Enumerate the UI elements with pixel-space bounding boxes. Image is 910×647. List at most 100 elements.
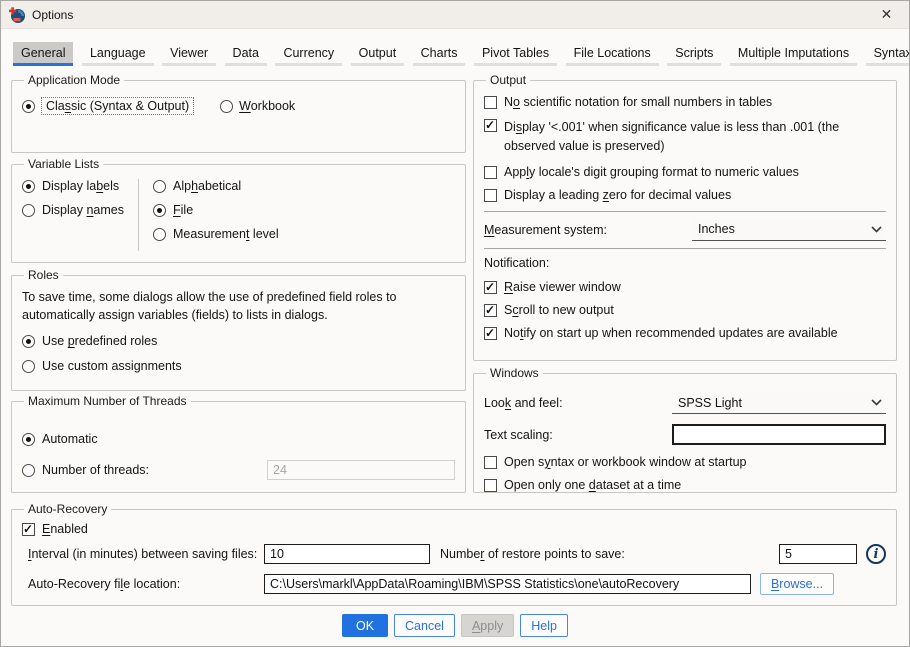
radio-use-predefined-roles[interactable]: Use predefined roles xyxy=(22,334,455,348)
radio-classic-label: Classic (Syntax & Output) xyxy=(41,97,194,115)
tab-general[interactable]: General xyxy=(13,42,73,66)
notify-updates-label: Notify on start up when recommended upda… xyxy=(504,326,838,340)
radio-alphabetical[interactable]: Alphabetical xyxy=(153,179,455,193)
roles-description: To save time, some dialogs allow the use… xyxy=(22,288,455,324)
radio-icon[interactable] xyxy=(22,180,35,193)
checkbox-icon[interactable] xyxy=(484,304,497,317)
radio-icon[interactable] xyxy=(22,335,35,348)
separator xyxy=(484,248,886,249)
checkbox-icon[interactable] xyxy=(484,96,497,109)
measurement-system-value: Inches xyxy=(698,222,735,236)
title-bar: Options ✕ xyxy=(1,1,909,29)
checkbox-icon[interactable] xyxy=(484,327,497,340)
cancel-button[interactable]: Cancel xyxy=(394,614,455,637)
checkbox-open-syntax-window[interactable]: Open syntax or workbook window at startu… xyxy=(484,455,886,469)
tab-viewer[interactable]: Viewer xyxy=(162,42,216,66)
checkbox-raise-viewer-window[interactable]: Raise viewer window xyxy=(484,280,886,294)
checkbox-icon[interactable] xyxy=(484,189,497,202)
radio-display-labels[interactable]: Display labels xyxy=(22,179,138,193)
close-icon[interactable]: ✕ xyxy=(864,1,909,29)
radio-file[interactable]: File xyxy=(153,203,455,217)
apply-button[interactable]: Apply xyxy=(461,614,514,637)
checkbox-open-one-dataset[interactable]: Open only one dataset at a time xyxy=(484,478,886,492)
tab-charts[interactable]: Charts xyxy=(413,42,466,66)
alphabetical-label: Alphabetical xyxy=(173,179,241,193)
radio-automatic[interactable]: Automatic xyxy=(22,432,455,446)
help-button[interactable]: Help xyxy=(520,614,568,637)
number-of-threads-label: Number of threads: xyxy=(42,463,149,477)
info-icon[interactable]: i xyxy=(866,544,886,564)
measurement-system-dropdown[interactable]: Inches xyxy=(692,219,886,241)
tab-language[interactable]: Language xyxy=(82,42,154,66)
tab-multiple-imputations[interactable]: Multiple Imputations xyxy=(730,42,857,66)
radio-use-custom-assignments[interactable]: Use custom assignments xyxy=(22,359,455,373)
scroll-to-new-output-label: Scroll to new output xyxy=(504,303,614,317)
open-syntax-window-label: Open syntax or workbook window at startu… xyxy=(504,455,747,469)
digit-grouping-label: Apply locale's digit grouping format to … xyxy=(504,165,799,179)
file-location-input[interactable] xyxy=(264,574,751,594)
tab-pivot-tables[interactable]: Pivot Tables xyxy=(474,42,557,66)
tab-output[interactable]: Output xyxy=(351,42,405,66)
tab-strip: General Language Viewer Data Currency Ou… xyxy=(1,42,909,66)
radio-display-names[interactable]: Display names xyxy=(22,203,138,217)
checkbox-icon[interactable] xyxy=(484,479,497,492)
ok-button[interactable]: OK xyxy=(342,614,388,637)
windows-legend: Windows xyxy=(486,366,543,380)
checkbox-digit-grouping[interactable]: Apply locale's digit grouping format to … xyxy=(484,165,886,179)
radio-measurement-level[interactable]: Measurement level xyxy=(153,227,455,241)
radio-icon[interactable] xyxy=(22,100,35,113)
radio-number-of-threads[interactable]: Number of threads: xyxy=(22,463,149,477)
display-labels-label: Display labels xyxy=(42,179,119,193)
checkbox-icon[interactable] xyxy=(484,456,497,469)
tab-file-locations[interactable]: File Locations xyxy=(566,42,659,66)
measurement-system-label: Measurement system: xyxy=(484,223,692,237)
variable-lists-left-column: Display labels Display names xyxy=(22,179,138,251)
raise-viewer-window-label: Raise viewer window xyxy=(504,280,621,294)
tab-scripts[interactable]: Scripts xyxy=(667,42,721,66)
checkbox-icon[interactable] xyxy=(22,523,35,536)
separator xyxy=(484,211,886,212)
radio-icon[interactable] xyxy=(22,464,35,477)
checkbox-icon[interactable] xyxy=(484,281,497,294)
leading-zero-label: Display a leading zero for decimal value… xyxy=(504,188,731,202)
checkbox-enabled[interactable]: Enabled xyxy=(22,522,886,536)
application-mode-group: Application Mode Classic (Syntax & Outpu… xyxy=(11,73,466,153)
max-threads-group: Maximum Number of Threads Automatic Numb… xyxy=(11,394,466,493)
radio-icon[interactable] xyxy=(153,204,166,217)
look-and-feel-dropdown[interactable]: SPSS Light xyxy=(672,392,886,414)
radio-classic-syntax-output[interactable]: Classic (Syntax & Output) xyxy=(22,97,194,115)
tab-currency[interactable]: Currency xyxy=(275,42,342,66)
radio-icon[interactable] xyxy=(22,360,35,373)
checkbox-notify-updates[interactable]: Notify on start up when recommended upda… xyxy=(484,326,886,340)
windows-group: Windows Look and feel: SPSS Light Text s… xyxy=(473,366,897,493)
auto-recovery-group: Auto-Recovery Enabled Interval (in minut… xyxy=(11,502,897,606)
browse-button[interactable]: Browse... xyxy=(760,573,834,595)
radio-icon[interactable] xyxy=(22,204,35,217)
checkbox-display-001[interactable]: Display '<.001' when significance value … xyxy=(484,118,886,156)
checkbox-no-scientific-notation[interactable]: No scientific notation for small numbers… xyxy=(484,95,886,109)
checkbox-icon[interactable] xyxy=(484,119,497,132)
radio-icon[interactable] xyxy=(153,180,166,193)
checkbox-leading-zero[interactable]: Display a leading zero for decimal value… xyxy=(484,188,886,202)
radio-icon[interactable] xyxy=(220,100,233,113)
look-and-feel-value: SPSS Light xyxy=(678,396,742,410)
text-scaling-input[interactable] xyxy=(672,424,886,445)
interval-input[interactable] xyxy=(264,544,430,564)
display-names-label: Display names xyxy=(42,203,124,217)
application-mode-legend: Application Mode xyxy=(24,73,124,87)
tab-syntax-editor[interactable]: Syntax Editor xyxy=(866,42,910,66)
radio-icon[interactable] xyxy=(153,228,166,241)
notification-label: Notification: xyxy=(484,256,886,270)
radio-workbook[interactable]: Workbook xyxy=(220,99,295,113)
checkbox-scroll-to-new-output[interactable]: Scroll to new output xyxy=(484,303,886,317)
roles-legend: Roles xyxy=(24,268,63,282)
variable-lists-group: Variable Lists Display labels Display na… xyxy=(11,157,466,263)
tab-data[interactable]: Data xyxy=(225,42,267,66)
number-of-threads-input[interactable] xyxy=(267,460,455,480)
auto-recovery-legend: Auto-Recovery xyxy=(24,502,111,516)
radio-icon[interactable] xyxy=(22,433,35,446)
variable-lists-legend: Variable Lists xyxy=(24,157,103,171)
restore-points-label: Number of restore points to save: xyxy=(430,547,779,561)
checkbox-icon[interactable] xyxy=(484,166,497,179)
restore-points-input[interactable] xyxy=(779,544,857,564)
